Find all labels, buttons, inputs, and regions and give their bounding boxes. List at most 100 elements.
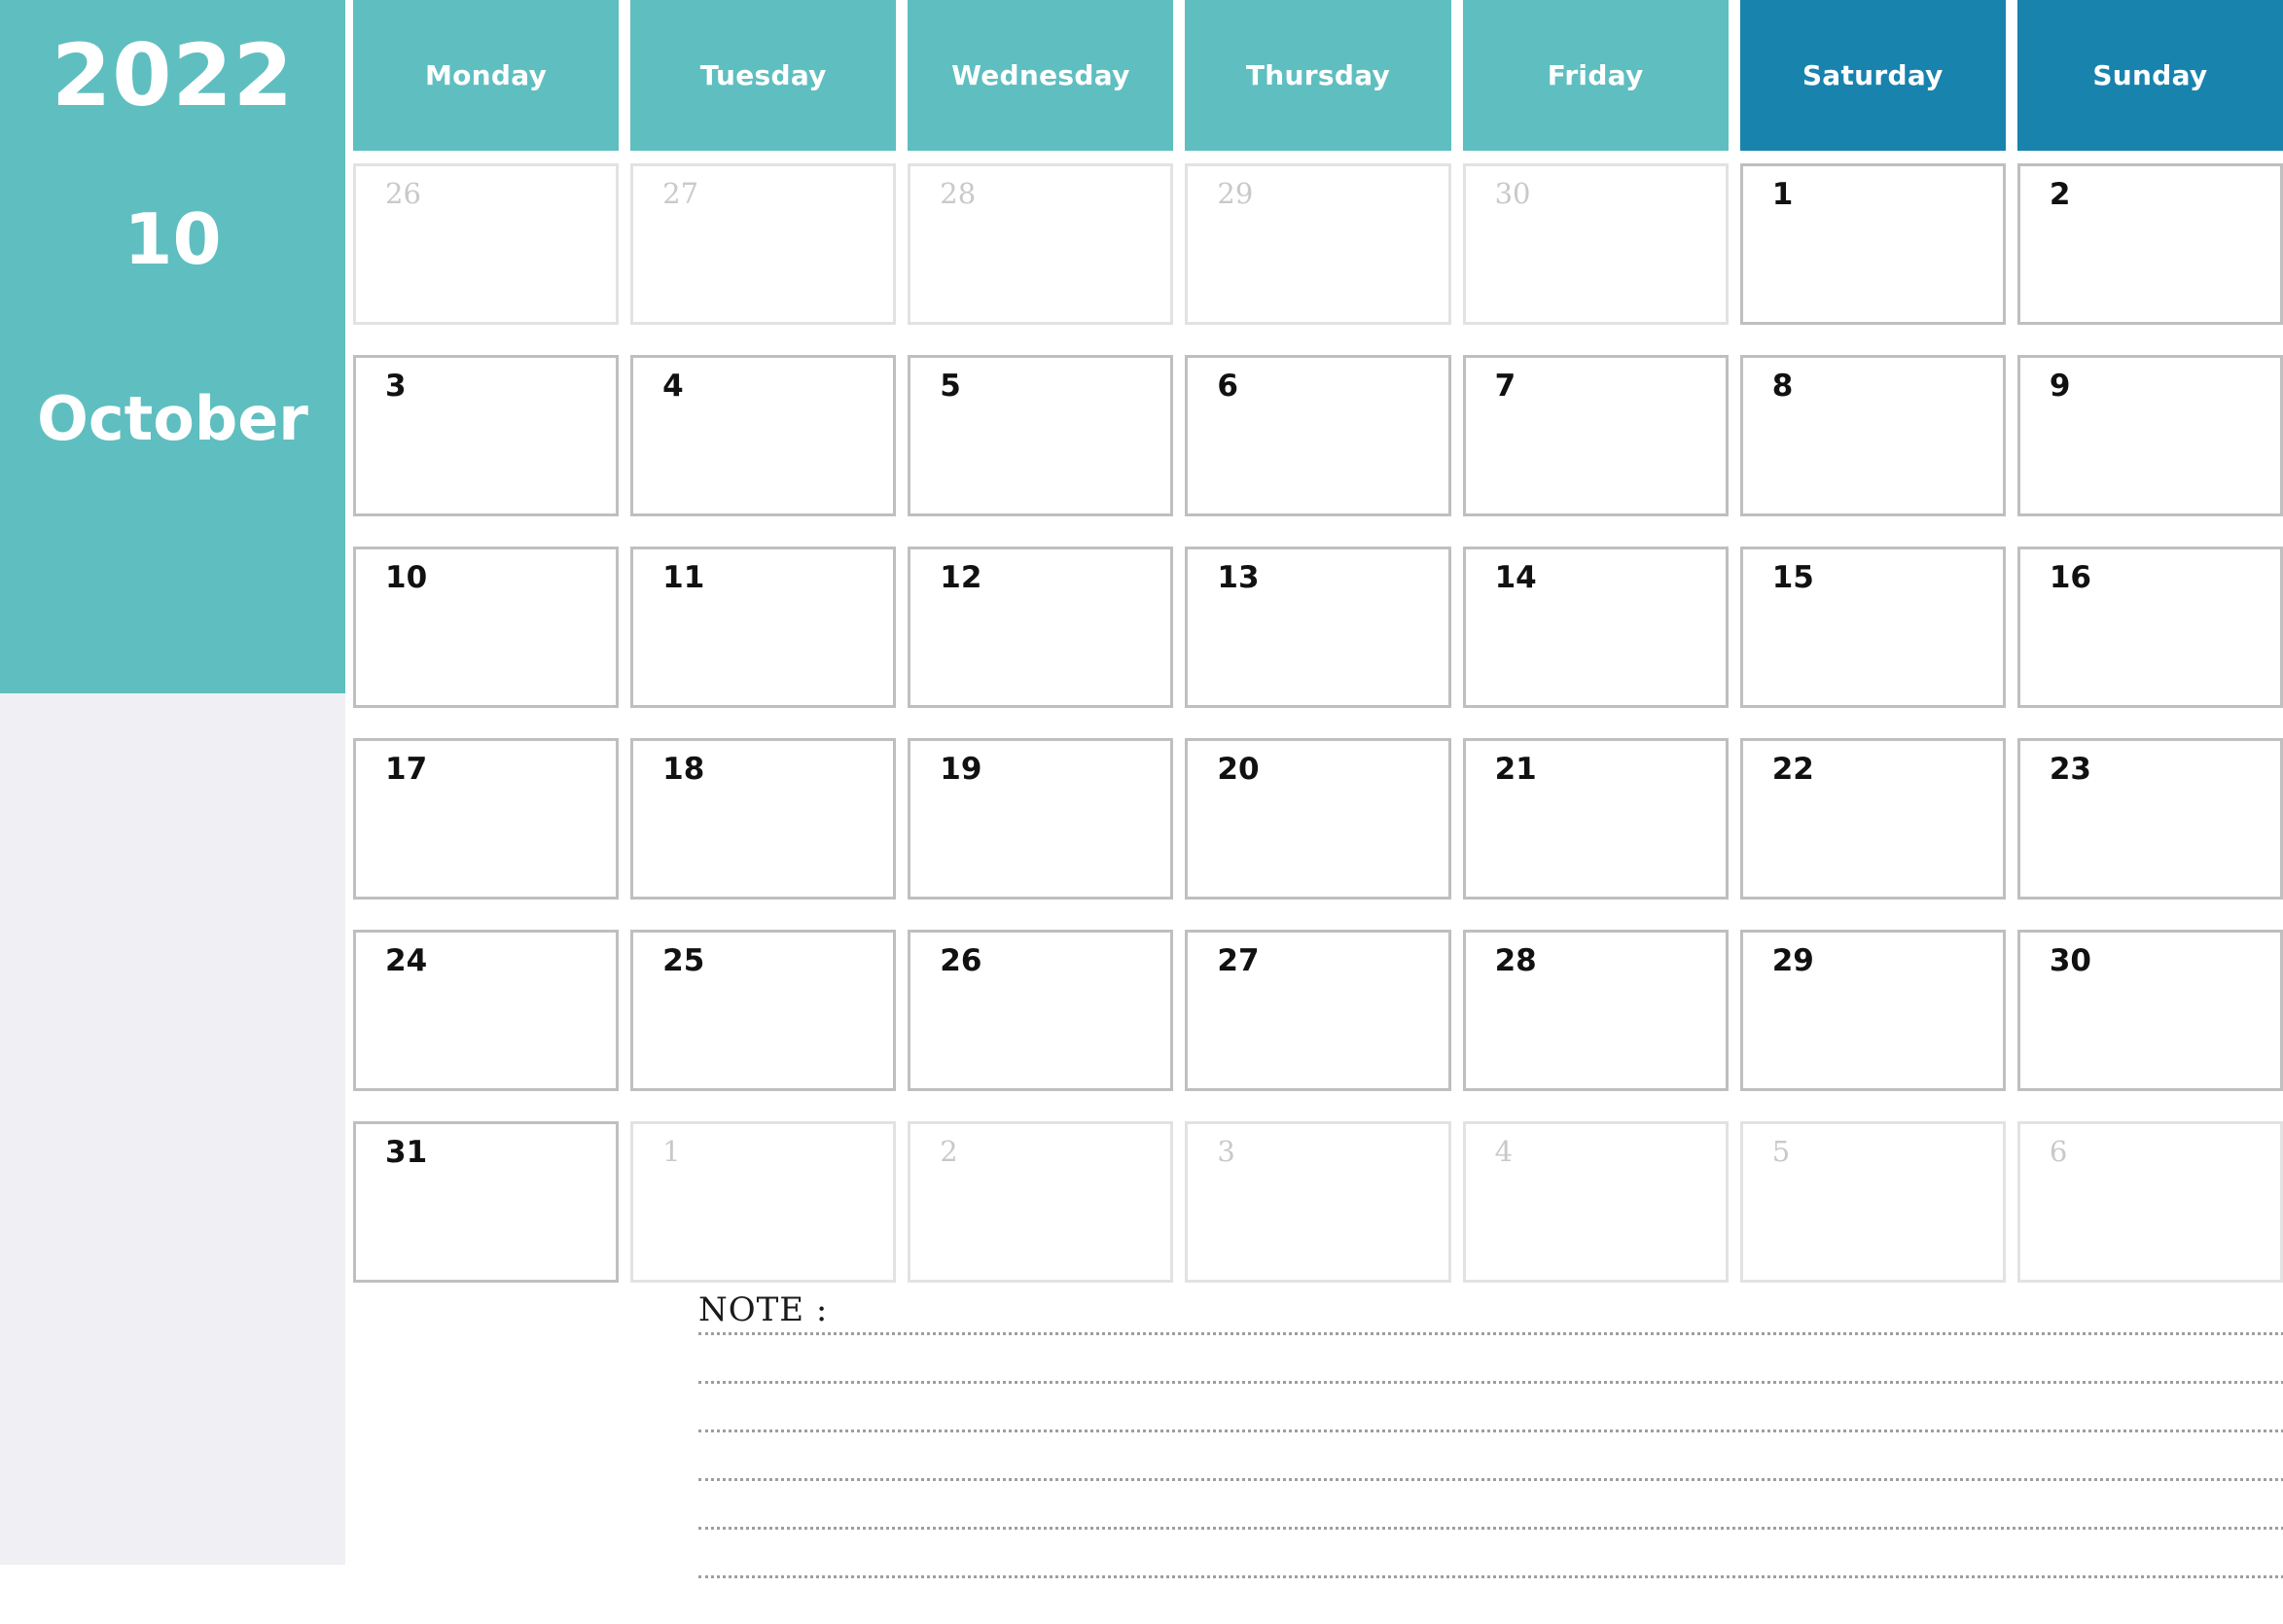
day-cell[interactable]: 7 — [1462, 355, 1729, 516]
day-cell[interactable]: 27 — [630, 163, 897, 325]
day-number: 4 — [662, 369, 684, 404]
day-number: 2 — [940, 1135, 958, 1168]
sidebar-color-block: 2022 10 October — [0, 0, 345, 693]
day-number: 26 — [940, 943, 982, 978]
weekday-header-wednesday: Wednesday — [908, 0, 1174, 151]
day-cell[interactable]: 1 — [1739, 163, 2006, 325]
day-cell[interactable]: 9 — [2016, 355, 2283, 516]
day-number: 30 — [2049, 943, 2091, 978]
day-cell[interactable]: 8 — [1739, 355, 2006, 516]
day-cell[interactable]: 3 — [353, 355, 620, 516]
day-number: 29 — [1771, 943, 1814, 978]
note-line[interactable] — [698, 1478, 2283, 1481]
day-number: 3 — [385, 369, 407, 404]
day-cell[interactable]: 24 — [353, 930, 620, 1091]
calendar-week-row: 26 27 28 29 30 1 2 — [353, 163, 2283, 342]
day-number: 25 — [662, 943, 705, 978]
sidebar-month-number: 10 — [124, 198, 222, 280]
day-cell[interactable]: 12 — [908, 547, 1174, 708]
day-cell[interactable]: 31 — [353, 1121, 620, 1283]
day-cell[interactable]: 5 — [908, 355, 1174, 516]
day-number: 29 — [1217, 177, 1254, 210]
day-number: 20 — [1217, 752, 1260, 787]
day-cell[interactable]: 22 — [1739, 738, 2006, 900]
day-cell[interactable]: 29 — [1185, 163, 1451, 325]
day-number: 6 — [2049, 1135, 2068, 1168]
note-lines — [698, 1332, 2283, 1578]
day-cell[interactable]: 2 — [2016, 163, 2283, 325]
calendar-week-row: 24 25 26 27 28 29 30 — [353, 930, 2283, 1109]
note-line[interactable] — [698, 1527, 2283, 1530]
day-cell[interactable]: 11 — [630, 547, 897, 708]
day-cell[interactable]: 28 — [1462, 930, 1729, 1091]
day-number: 13 — [1217, 560, 1260, 595]
day-number: 30 — [1494, 177, 1531, 210]
day-cell[interactable]: 10 — [353, 547, 620, 708]
weekday-header-sunday: Sunday — [2016, 0, 2283, 151]
note-line[interactable] — [698, 1430, 2283, 1432]
day-cell[interactable]: 1 — [630, 1121, 897, 1283]
sidebar: 2022 10 October — [0, 0, 345, 1565]
day-cell[interactable]: 21 — [1462, 738, 1729, 900]
day-number: 24 — [385, 943, 428, 978]
day-cell[interactable]: 17 — [353, 738, 620, 900]
day-cell[interactable]: 27 — [1185, 930, 1451, 1091]
day-cell[interactable]: 2 — [908, 1121, 1174, 1283]
day-number: 17 — [385, 752, 428, 787]
note-line[interactable] — [698, 1575, 2283, 1578]
day-cell[interactable]: 19 — [908, 738, 1174, 900]
day-cell[interactable]: 26 — [908, 930, 1174, 1091]
day-cell[interactable]: 30 — [2016, 930, 2283, 1091]
day-number: 26 — [385, 177, 421, 210]
calendar-week-row: 31 1 2 3 4 5 6 — [353, 1121, 2283, 1300]
day-number: 1 — [1771, 177, 1794, 212]
day-cell[interactable]: 18 — [630, 738, 897, 900]
day-cell[interactable]: 29 — [1739, 930, 2006, 1091]
day-cell[interactable]: 6 — [1185, 355, 1451, 516]
day-cell[interactable]: 4 — [630, 355, 897, 516]
note-line[interactable] — [698, 1332, 2283, 1335]
day-cell[interactable]: 14 — [1462, 547, 1729, 708]
day-cell[interactable]: 30 — [1462, 163, 1729, 325]
day-number: 14 — [1494, 560, 1537, 595]
calendar-week-row: 3 4 5 6 7 8 9 — [353, 355, 2283, 534]
day-cell[interactable]: 13 — [1185, 547, 1451, 708]
day-number: 12 — [940, 560, 982, 595]
day-cell[interactable]: 6 — [2016, 1121, 2283, 1283]
weekday-header-saturday: Saturday — [1739, 0, 2006, 151]
day-number: 19 — [940, 752, 982, 787]
day-cell[interactable]: 25 — [630, 930, 897, 1091]
day-number: 11 — [662, 560, 705, 595]
note-section: NOTE : — [698, 1293, 2283, 1624]
note-label: NOTE : — [698, 1290, 829, 1329]
day-number: 6 — [1217, 369, 1238, 404]
day-number: 28 — [940, 177, 977, 210]
day-number: 18 — [662, 752, 705, 787]
day-cell[interactable]: 23 — [2016, 738, 2283, 900]
day-cell[interactable]: 3 — [1185, 1121, 1451, 1283]
day-number: 15 — [1771, 560, 1814, 595]
day-number: 8 — [1771, 369, 1794, 404]
calendar-weeks: 26 27 28 29 30 1 2 3 4 5 6 7 8 9 10 11 12 13 14 15 16 17 18 19 2… — [353, 163, 2283, 1300]
day-number: 3 — [1217, 1135, 1235, 1168]
note-line[interactable] — [698, 1381, 2283, 1384]
day-number: 16 — [2049, 560, 2091, 595]
day-cell[interactable]: 28 — [908, 163, 1174, 325]
day-number: 5 — [1771, 1135, 1791, 1168]
day-number: 28 — [1494, 943, 1537, 978]
day-cell[interactable]: 16 — [2016, 547, 2283, 708]
calendar-week-row: 17 18 19 20 21 22 23 — [353, 738, 2283, 917]
weekday-header-thursday: Thursday — [1185, 0, 1451, 151]
weekday-header-monday: Monday — [353, 0, 620, 151]
weekday-header-tuesday: Tuesday — [630, 0, 897, 151]
day-cell[interactable]: 4 — [1462, 1121, 1729, 1283]
day-cell[interactable]: 26 — [353, 163, 620, 325]
day-number: 22 — [1771, 752, 1814, 787]
day-number: 1 — [662, 1135, 681, 1168]
day-cell[interactable]: 15 — [1739, 547, 2006, 708]
day-cell[interactable]: 5 — [1739, 1121, 2006, 1283]
day-cell[interactable]: 20 — [1185, 738, 1451, 900]
day-number: 2 — [2049, 177, 2071, 212]
weekday-header-friday: Friday — [1462, 0, 1729, 151]
weekday-header-row: Monday Tuesday Wednesday Thursday Friday Satu… — [353, 0, 2283, 151]
